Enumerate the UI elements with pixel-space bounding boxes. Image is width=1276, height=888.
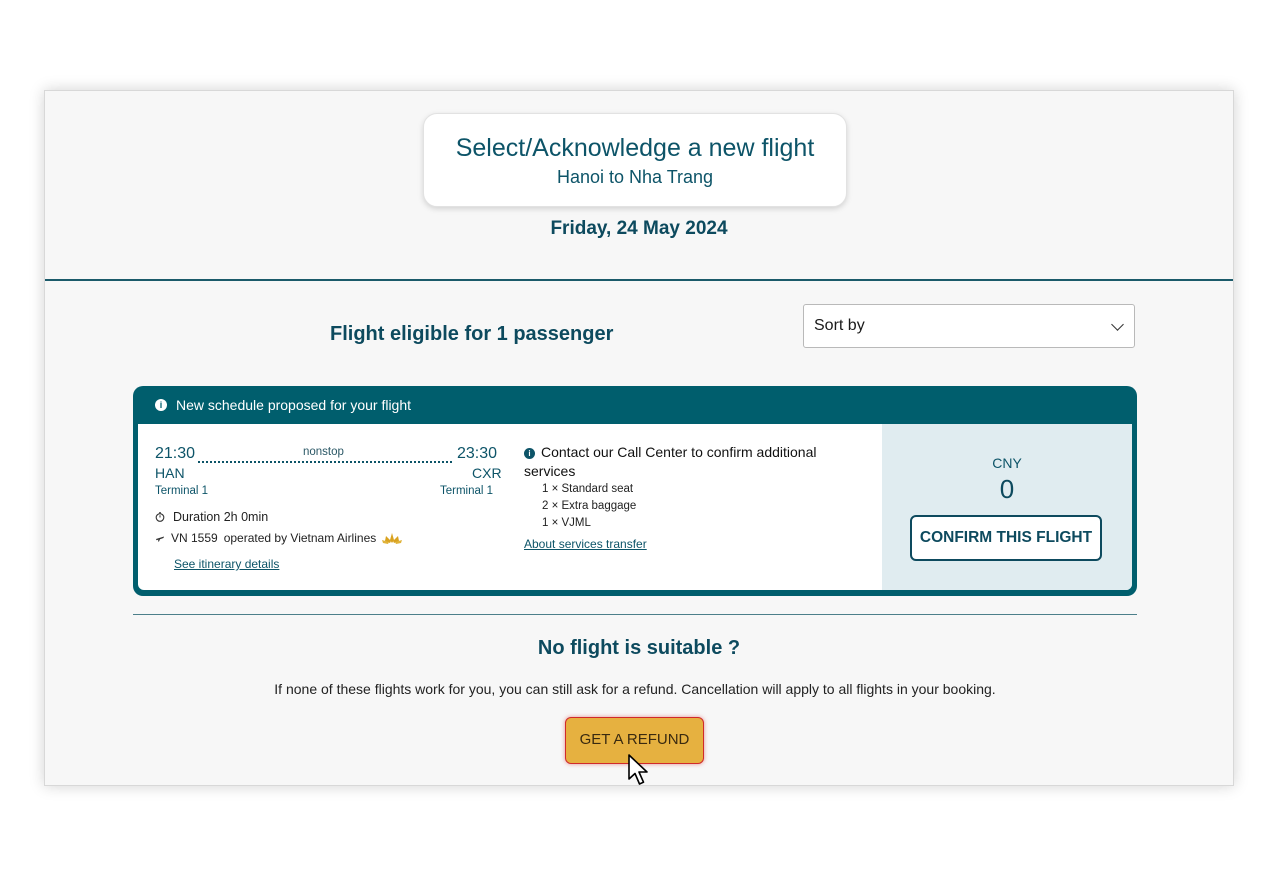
arrival-code: CXR (472, 465, 502, 481)
schedule-banner: i New schedule proposed for your flight (155, 397, 411, 413)
header-divider (45, 279, 1233, 281)
plane-icon (156, 536, 164, 542)
chevron-down-icon (1111, 317, 1124, 331)
banner-text: New schedule proposed for your flight (176, 397, 412, 413)
stops-label: nonstop (303, 446, 344, 458)
clock-icon (155, 512, 165, 522)
duration-text: Duration 2h 0min (173, 510, 269, 524)
info-icon: i (524, 448, 535, 459)
operator-text: operated by Vietnam Airlines (223, 531, 377, 545)
service-item: 1 × VJML (542, 517, 591, 529)
sort-by-select[interactable]: Sort by (803, 304, 1135, 348)
section-divider (133, 614, 1137, 615)
flight-date: Friday, 24 May 2024 (550, 218, 728, 239)
contact-notice: i Contact our Call Center to confirm addi… (524, 443, 824, 481)
price-panel: CNY 0 CONFIRM THIS FLIGHT (882, 424, 1132, 590)
flight-card-body: 21:30 nonstop 23:30 HAN CXR Terminal 1 T… (138, 424, 1132, 590)
duration-row: Duration 2h 0min (155, 510, 268, 524)
confirm-flight-button[interactable]: CONFIRM THIS FLIGHT (910, 515, 1102, 561)
flight-number: VN 1559 (171, 531, 218, 545)
sort-by-label: Sort by (814, 317, 865, 334)
services-transfer-link[interactable]: About services transfer (524, 537, 647, 551)
service-item: 1 × Standard seat (542, 483, 634, 495)
departure-code: HAN (155, 465, 185, 481)
mouse-pointer-icon (628, 754, 648, 785)
vietnam-airlines-lotus-icon (382, 532, 403, 544)
price-amount: 0 (999, 474, 1015, 504)
arrival-terminal: Terminal 1 (440, 485, 494, 497)
departure-time: 21:30 (155, 445, 196, 462)
itinerary-details-link[interactable]: See itinerary details (174, 557, 279, 571)
page-frame: Select/Acknowledge a new flight Hanoi to… (44, 90, 1234, 786)
eligible-heading: Flight eligible for 1 passenger (330, 323, 614, 345)
contact-text: Contact our Call Center to confirm addit… (524, 444, 817, 479)
no-flight-heading: No flight is suitable ? (537, 637, 741, 659)
arrival-time: 23:30 (457, 445, 498, 462)
service-item: 2 × Extra baggage (542, 500, 637, 512)
flight-card: i New schedule proposed for your flight … (133, 386, 1137, 596)
route-subtitle: Hanoi to Nha Trang (556, 167, 714, 187)
route-line (198, 461, 452, 463)
refund-description: If none of these flights work for you, y… (274, 681, 996, 697)
page-title: Select/Acknowledge a new flight (455, 134, 815, 162)
departure-terminal: Terminal 1 (155, 485, 209, 497)
info-icon: i (155, 399, 167, 411)
title-card: Select/Acknowledge a new flight Hanoi to… (423, 113, 847, 207)
operator-row: VN 1559 operated by Vietnam Airlines (155, 531, 403, 545)
currency-label: CNY (992, 455, 1022, 471)
